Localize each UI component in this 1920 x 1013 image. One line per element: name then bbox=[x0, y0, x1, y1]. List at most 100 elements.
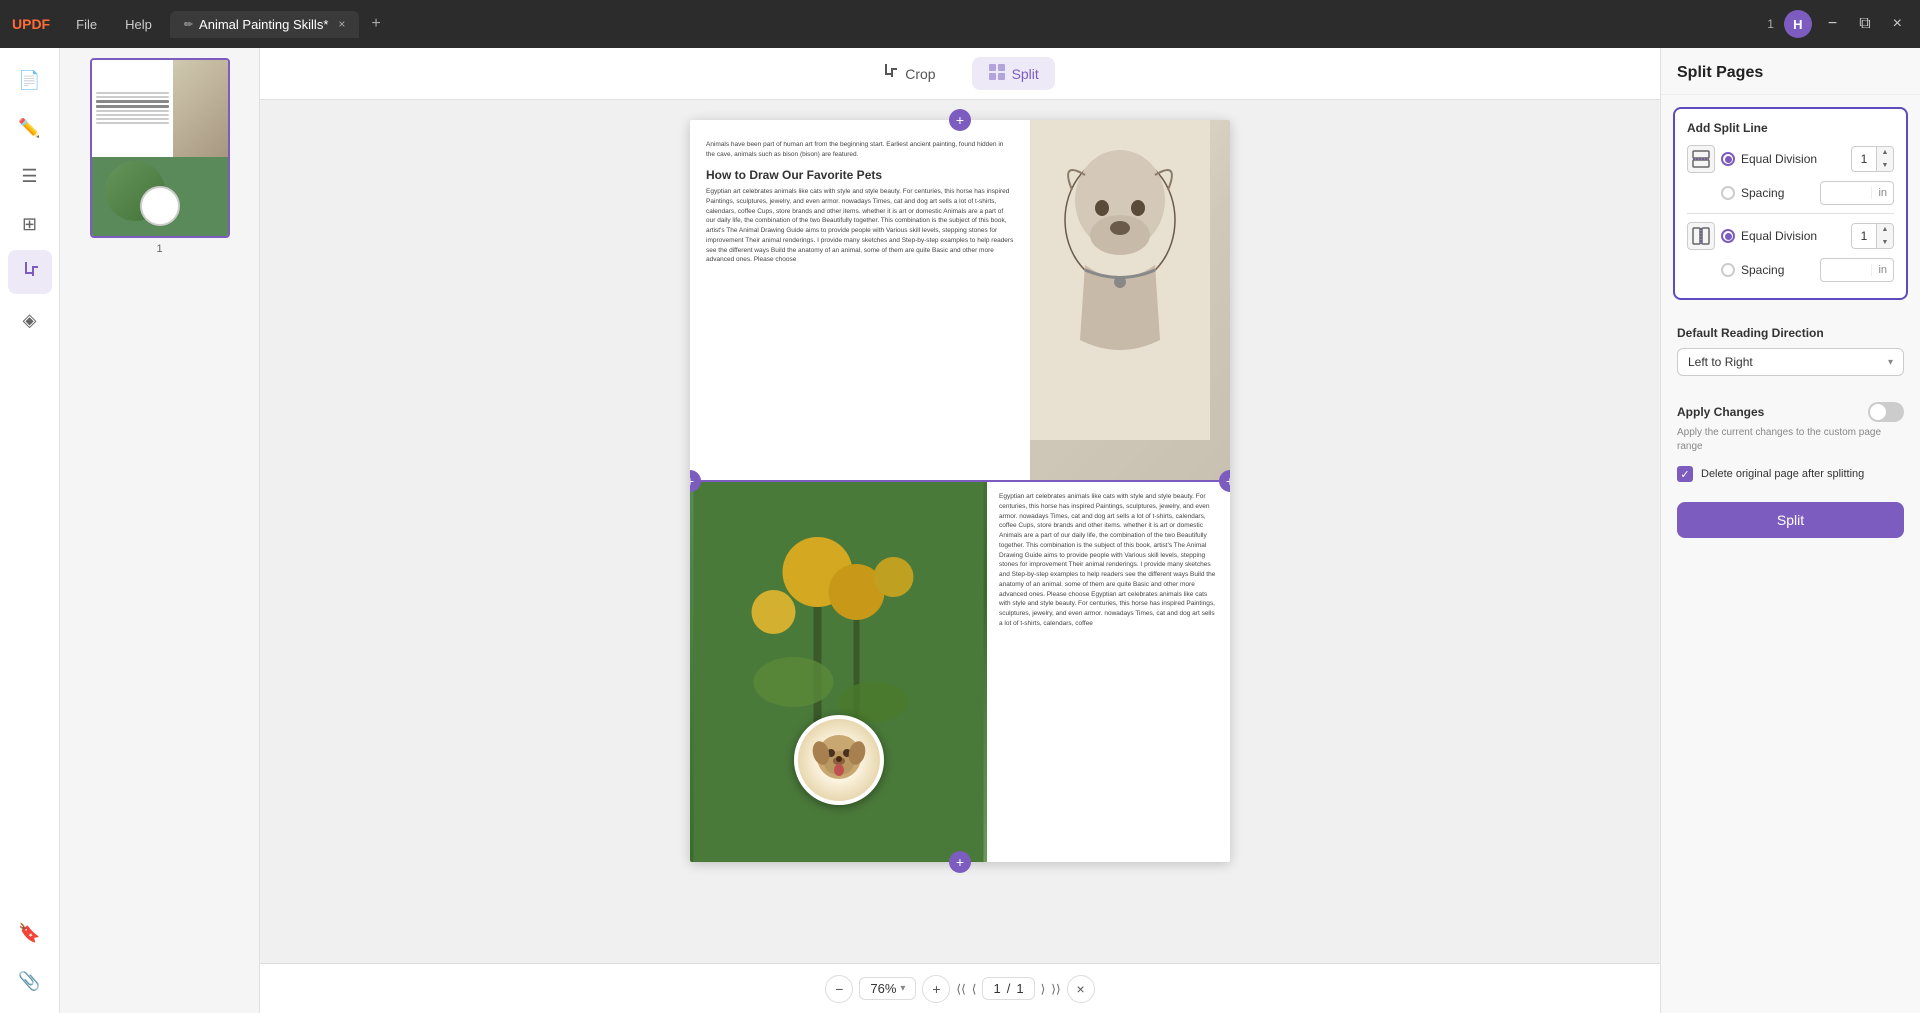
thumbnail-page-1[interactable] bbox=[90, 58, 230, 238]
delete-original-checkbox[interactable] bbox=[1677, 466, 1693, 482]
dropdown-chevron-icon: ▾ bbox=[1888, 357, 1893, 368]
sidebar-item-pages[interactable]: ⊞ bbox=[8, 202, 52, 246]
apply-changes-description: Apply the current changes to the custom … bbox=[1677, 426, 1904, 454]
spacing-input-1[interactable]: in bbox=[1820, 181, 1895, 205]
division-spinners-1[interactable]: ▲ ▼ bbox=[1876, 146, 1893, 172]
delete-original-row: Delete original page after splitting bbox=[1661, 466, 1920, 494]
page-document: Animals have been part of human art from… bbox=[690, 120, 1230, 862]
section-divider bbox=[1687, 213, 1894, 214]
sidebar-item-edit[interactable]: ✏️ bbox=[8, 106, 52, 150]
document-icon: 📄 bbox=[18, 70, 40, 91]
vertical-split-icon bbox=[1687, 222, 1715, 250]
embroidery-circle bbox=[794, 715, 884, 805]
reading-direction-dropdown[interactable]: Left to Right ▾ bbox=[1677, 348, 1904, 376]
page-top-section: Animals have been part of human art from… bbox=[690, 120, 1230, 480]
equal-division-input-2[interactable]: 1 ▲ ▼ bbox=[1851, 223, 1894, 249]
left-sidebar: 📄 ✏️ ☰ ⊞ ◈ 🔖 📎 bbox=[0, 48, 60, 1013]
zoom-in-button[interactable]: + bbox=[922, 975, 950, 1003]
split-action-button[interactable]: Split bbox=[1677, 502, 1904, 538]
intro-paragraph: Animals have been part of human art from… bbox=[706, 140, 1014, 160]
spacing-input-2[interactable]: in bbox=[1820, 258, 1895, 282]
pages-icon: ⊞ bbox=[22, 214, 37, 235]
spacing-radio-1[interactable] bbox=[1721, 186, 1735, 200]
sidebar-item-attachment[interactable]: 📎 bbox=[8, 959, 52, 1003]
division-spinners-2[interactable]: ▲ ▼ bbox=[1876, 223, 1893, 249]
thumbnail-panel: 1 bbox=[60, 48, 260, 1013]
equal-division-input-1[interactable]: 1 ▲ ▼ bbox=[1851, 146, 1894, 172]
spacing-label-2: Spacing bbox=[1741, 263, 1814, 277]
zoom-level-control[interactable]: 76% ▾ bbox=[859, 977, 916, 1000]
page-canvas: + Animals have been part of human art fr… bbox=[260, 100, 1660, 963]
edit-icon: ✏️ bbox=[18, 118, 40, 139]
page-wrapper: + Animals have been part of human art fr… bbox=[690, 120, 1230, 862]
page-image-right bbox=[1030, 120, 1230, 480]
equal-division-label-1: Equal Division bbox=[1741, 152, 1845, 166]
division-value-1: 1 bbox=[1852, 152, 1876, 166]
attachment-icon: 📎 bbox=[18, 971, 40, 992]
page-first-button[interactable]: ⟨⟨ bbox=[956, 982, 965, 996]
spacing-radio-2[interactable] bbox=[1721, 263, 1735, 277]
new-tab-button[interactable]: + bbox=[371, 15, 380, 33]
list-icon: ☰ bbox=[21, 166, 37, 187]
crop-toolbar-icon bbox=[881, 63, 899, 84]
page-prev-button[interactable]: ⟨ bbox=[972, 982, 977, 996]
minimize-button[interactable]: − bbox=[1822, 13, 1843, 35]
zoom-out-button[interactable]: − bbox=[825, 975, 853, 1003]
page-text-left: Animals have been part of human art from… bbox=[690, 120, 1030, 480]
titlebar-right: 1 H − ⧉ × bbox=[1767, 10, 1908, 38]
nature-background bbox=[690, 482, 987, 862]
page-next-button[interactable]: ⟩ bbox=[1041, 982, 1046, 996]
delete-original-label: Delete original page after splitting bbox=[1701, 468, 1864, 480]
apply-changes-row: Apply Changes bbox=[1677, 402, 1904, 422]
tab-title: Animal Painting Skills* bbox=[199, 17, 328, 32]
reading-direction-section: Default Reading Direction Left to Right … bbox=[1661, 312, 1920, 390]
spacing-unit-2: in bbox=[1871, 264, 1893, 276]
maximize-button[interactable]: ⧉ bbox=[1853, 13, 1876, 35]
equal-division-radio-1[interactable] bbox=[1721, 152, 1735, 166]
close-button[interactable]: × bbox=[1887, 13, 1908, 35]
updf-logo: UPDF bbox=[12, 16, 50, 32]
active-tab: ✏ Animal Painting Skills* × bbox=[170, 11, 360, 38]
toolbar-strip: Crop Split bbox=[260, 48, 1660, 100]
division-value-2: 1 bbox=[1852, 229, 1876, 243]
split-label: Split bbox=[1012, 66, 1039, 82]
bookmark-icon: 🔖 bbox=[18, 923, 40, 944]
sidebar-item-document[interactable]: 📄 bbox=[8, 58, 52, 102]
crop-button[interactable]: Crop bbox=[865, 57, 951, 90]
equal-division-radio-2[interactable] bbox=[1721, 229, 1735, 243]
top-split-dot[interactable]: + bbox=[949, 109, 971, 131]
division-down-2[interactable]: ▼ bbox=[1877, 236, 1893, 249]
sidebar-item-layers[interactable]: ◈ bbox=[8, 298, 52, 342]
user-count: 1 bbox=[1767, 17, 1774, 31]
apply-changes-toggle[interactable] bbox=[1868, 402, 1904, 422]
division-up-2[interactable]: ▲ bbox=[1877, 223, 1893, 236]
sidebar-item-crop[interactable] bbox=[8, 250, 52, 294]
close-toolbar-button[interactable]: × bbox=[1067, 975, 1095, 1003]
division-up-1[interactable]: ▲ bbox=[1877, 146, 1893, 159]
panel-title: Split Pages bbox=[1661, 48, 1920, 95]
crop-icon bbox=[20, 260, 40, 285]
sidebar-item-bookmark[interactable]: 🔖 bbox=[8, 911, 52, 955]
horizontal-division-row: Equal Division 1 ▲ ▼ bbox=[1687, 145, 1894, 173]
page-title: How to Draw Our Favorite Pets bbox=[706, 168, 1014, 184]
titlebar: UPDF File Help ✏ Animal Painting Skills*… bbox=[0, 0, 1920, 48]
body-paragraph: Egyptian art celebrates animals like cat… bbox=[706, 187, 1014, 265]
help-menu-button[interactable]: Help bbox=[115, 13, 162, 36]
page-last-button[interactable]: ⟩⟩ bbox=[1051, 982, 1060, 996]
file-menu-button[interactable]: File bbox=[66, 13, 107, 36]
main-layout: 📄 ✏️ ☰ ⊞ ◈ 🔖 📎 bbox=[0, 48, 1920, 1013]
nature-image-area bbox=[690, 482, 987, 862]
vertical-division-row: Equal Division 1 ▲ ▼ bbox=[1687, 222, 1894, 250]
bottom-split-dot[interactable]: + bbox=[949, 851, 971, 873]
page-current: 1 bbox=[993, 981, 1000, 996]
crop-label: Crop bbox=[905, 66, 935, 82]
horizontal-split-icon bbox=[1687, 145, 1715, 173]
user-avatar[interactable]: H bbox=[1784, 10, 1812, 38]
content-wrapper: Crop Split + bbox=[260, 48, 1660, 1013]
sidebar-item-list[interactable]: ☰ bbox=[8, 154, 52, 198]
page-bottom-section: Egyptian art celebrates animals like cat… bbox=[690, 482, 1230, 862]
split-button-toolbar[interactable]: Split bbox=[972, 57, 1055, 90]
reading-direction-label: Default Reading Direction bbox=[1677, 326, 1904, 340]
tab-close-button[interactable]: × bbox=[338, 17, 345, 31]
division-down-1[interactable]: ▼ bbox=[1877, 159, 1893, 172]
